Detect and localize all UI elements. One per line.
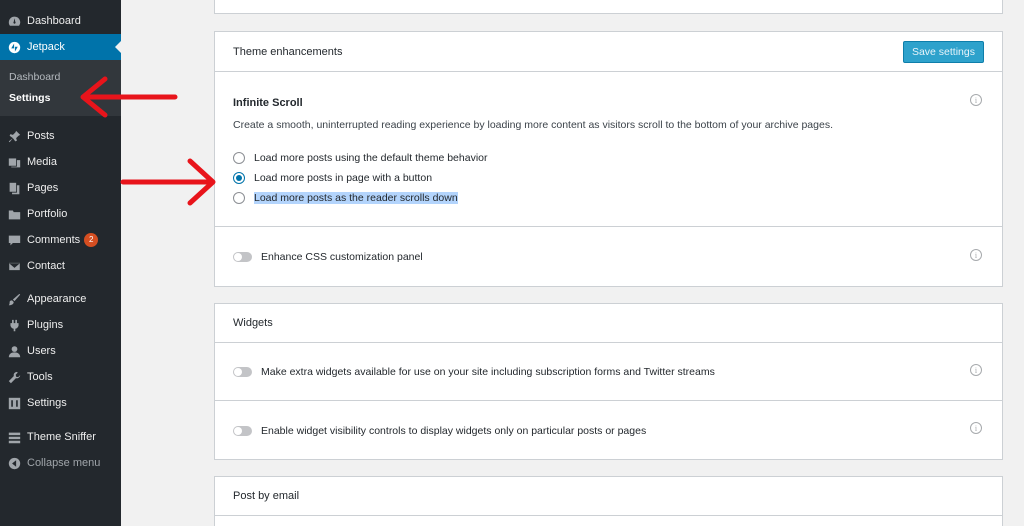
sidebar-item-label: Settings [27,397,67,409]
card-title: Widgets [233,317,273,329]
widget-visibility-toggle[interactable] [233,426,252,436]
collapse-menu-button[interactable]: Collapse menu [0,450,121,476]
submenu-item-settings[interactable]: Settings [9,92,50,104]
collapse-icon [7,456,21,470]
radio-option-default[interactable]: Load more posts using the default theme … [233,152,487,164]
info-icon[interactable]: i [970,94,982,106]
toggle-label: Enhance CSS customization panel [261,251,423,263]
media-icon [7,155,21,169]
sidebar-item-theme-sniffer[interactable]: Theme Sniffer [0,424,121,450]
css-toggle[interactable] [233,252,252,262]
sidebar-item-label: Dashboard [27,15,81,27]
active-indicator [115,41,121,53]
save-settings-button[interactable]: Save settings [902,41,984,63]
sidebar-item-posts[interactable]: Posts [0,123,121,149]
sidebar-item-dashboard[interactable]: Dashboard [0,8,121,34]
widget-visibility-toggle-row[interactable]: Enable widget visibility controls to dis… [233,425,646,437]
card-header: Widgets [215,304,1002,343]
jetpack-icon [7,40,21,54]
sidebar-item-label: Tools [27,371,53,383]
sidebar-item-plugins[interactable]: Plugins [0,312,121,338]
toggle-label: Enable widget visibility controls to dis… [261,425,647,437]
sidebar-item-label: Portfolio [27,208,68,220]
css-customization-row: Enhance CSS customization panel i [215,227,1002,286]
sidebar-item-settings[interactable]: Settings [0,390,121,416]
card-title: Theme enhancements [233,45,343,58]
dashboard-icon [7,14,21,28]
brush-icon [7,292,21,306]
pages-icon [7,181,21,195]
pin-icon [7,129,21,143]
radio-option-button[interactable]: Load more posts in page with a button [233,172,432,184]
comments-count-badge: 2 [84,233,99,247]
submenu-item-dashboard[interactable]: Dashboard [9,71,60,83]
portfolio-icon [7,207,21,221]
info-icon[interactable]: i [970,422,982,434]
sidebar-item-label: Theme Sniffer [27,431,96,443]
info-icon[interactable]: i [970,249,982,261]
plugin-icon [7,318,21,332]
wrench-icon [7,370,21,384]
infinite-scroll-title: Infinite Scroll [233,97,303,109]
sidebar-item-label: Jetpack [27,41,65,53]
post-by-email-card: Post by email [214,476,1003,526]
sidebar-item-label: Collapse menu [27,457,101,469]
sidebar-item-label: Plugins [27,319,64,331]
extra-widgets-row: Make extra widgets available for use on … [215,343,1002,401]
card-header: Theme enhancements Save settings [215,32,1002,72]
sidebar-item-tools[interactable]: Tools [0,364,121,390]
previous-settings-card [214,0,1003,14]
comments-icon [7,233,21,247]
toggle-label: Make extra widgets available for use on … [261,366,715,378]
annotation-arrow-radio [120,158,216,206]
info-icon[interactable]: i [970,364,982,376]
radio-option-scroll[interactable]: Load more posts as the reader scrolls do… [233,192,458,204]
annotation-arrow-settings [80,76,178,118]
infinite-scroll-section: Infinite Scroll i Create a smooth, unint… [215,72,1002,227]
infinite-scroll-description: Create a smooth, uninterrupted reading e… [233,119,833,131]
sidebar-item-appearance[interactable]: Appearance [0,286,121,312]
sidebar-item-media[interactable]: Media [0,149,121,175]
theme-sniffer-icon [7,430,21,444]
sidebar-item-label: Pages [27,182,59,194]
card-header: Post by email [215,477,1002,516]
radio-button[interactable] [233,192,245,204]
extra-widgets-toggle[interactable] [233,367,252,377]
sidebar-item-label: Posts [27,130,55,142]
sidebar-item-contact[interactable]: Contact [0,253,121,279]
users-icon [7,344,21,358]
widget-visibility-row: Enable widget visibility controls to dis… [215,401,1002,459]
sidebar-item-label: Users [27,345,56,357]
sidebar-item-label: Appearance [27,293,87,305]
sidebar-item-jetpack[interactable]: Jetpack [0,34,121,60]
radio-label: Load more posts using the default theme … [254,152,488,164]
sidebar-item-label: Contact [27,260,65,272]
css-toggle-row[interactable]: Enhance CSS customization panel [233,251,423,263]
sidebar-item-label: Media [27,156,57,168]
sidebar-item-comments[interactable]: Comments 2 [0,227,121,253]
theme-enhancements-card: Theme enhancements Save settings Infinit… [214,31,1003,287]
mail-icon [7,259,21,273]
sidebar-item-portfolio[interactable]: Portfolio [0,201,121,227]
widgets-card: Widgets Make extra widgets available for… [214,303,1003,460]
radio-label: Load more posts in page with a button [254,172,433,184]
radio-button[interactable] [233,152,245,164]
settings-icon [7,396,21,410]
card-title: Post by email [233,490,300,502]
radio-button-checked[interactable] [233,172,245,184]
sidebar-item-users[interactable]: Users [0,338,121,364]
sidebar-item-label: Comments [27,234,81,246]
radio-label: Load more posts as the reader scrolls do… [254,192,458,204]
extra-widgets-toggle-row[interactable]: Make extra widgets available for use on … [233,366,715,378]
sidebar-item-pages[interactable]: Pages [0,175,121,201]
